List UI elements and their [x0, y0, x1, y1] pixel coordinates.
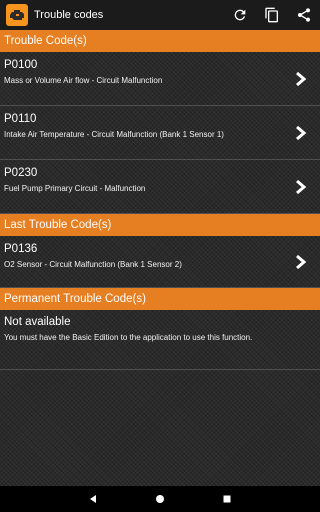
- chevron-right-icon: [294, 253, 308, 271]
- refresh-icon: [234, 9, 246, 21]
- copy-icon: [265, 7, 278, 23]
- upgrade-message: You must have the Basic Edition to the a…: [4, 333, 253, 342]
- code-label: P0110: [4, 113, 37, 125]
- recents-icon: [223, 495, 231, 503]
- home-icon: [155, 495, 164, 503]
- back-button[interactable]: [83, 489, 103, 509]
- recents-button[interactable]: [217, 489, 237, 509]
- code-description: O2 Sensor - Circuit Malfunction (Bank 1 …: [4, 260, 182, 269]
- chevron-right-icon: [294, 124, 308, 142]
- app-bar: Trouble codes: [0, 0, 320, 30]
- share-button[interactable]: [288, 0, 320, 30]
- section-header-trouble-codes: Trouble Code(s): [0, 30, 320, 52]
- not-available-title: Not available: [4, 316, 71, 328]
- home-button[interactable]: [150, 489, 170, 509]
- section-header-permanent-trouble-codes: Permanent Trouble Code(s): [0, 288, 320, 310]
- share-icon: [298, 8, 310, 22]
- code-description: Fuel Pump Primary Circuit - Malfunction: [4, 184, 146, 193]
- section-header-last-trouble-codes: Last Trouble Code(s): [0, 214, 320, 236]
- chevron-right-icon: [294, 70, 308, 88]
- copy-button[interactable]: [256, 0, 288, 30]
- chevron-right-icon: [294, 178, 308, 196]
- system-nav-bar: [0, 486, 320, 512]
- page-title: Trouble codes: [34, 9, 104, 21]
- code-label: P0230: [4, 167, 38, 179]
- trouble-code-row[interactable]: P0230 Fuel Pump Primary Circuit - Malfun…: [0, 160, 320, 214]
- code-label: P0100: [4, 59, 38, 71]
- code-description: Intake Air Temperature - Circuit Malfunc…: [4, 130, 224, 139]
- trouble-code-row[interactable]: P0136 O2 Sensor - Circuit Malfunction (B…: [0, 236, 320, 288]
- code-description: Mass or Volume Air flow - Circuit Malfun…: [4, 76, 163, 85]
- main-content: Trouble Code(s) P0100 Mass or Volume Air…: [0, 30, 320, 370]
- permanent-codes-notice: Not available You must have the Basic Ed…: [0, 310, 320, 370]
- trouble-code-row[interactable]: P0110 Intake Air Temperature - Circuit M…: [0, 106, 320, 160]
- refresh-button[interactable]: [224, 0, 256, 30]
- back-icon: [90, 495, 97, 503]
- app-icon: [6, 4, 28, 26]
- code-label: P0136: [4, 243, 38, 255]
- trouble-code-row[interactable]: P0100 Mass or Volume Air flow - Circuit …: [0, 52, 320, 106]
